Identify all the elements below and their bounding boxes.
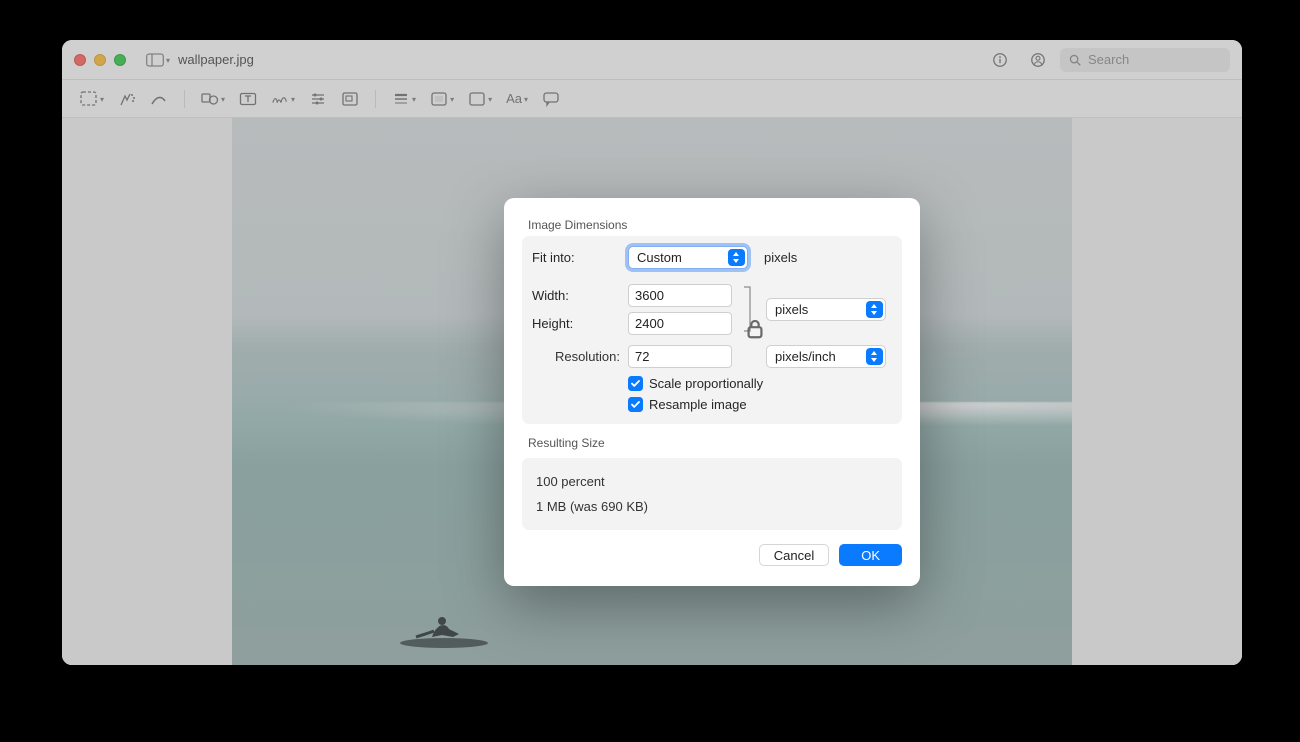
proportions-lock[interactable] <box>740 283 766 335</box>
select-arrows-icon <box>866 301 883 318</box>
chevron-down-icon: ▾ <box>412 95 416 104</box>
annotate-tool[interactable] <box>542 91 560 107</box>
border-color-tool[interactable]: ▾ <box>430 91 454 107</box>
scale-proportionally-label: Scale proportionally <box>649 376 763 391</box>
minimize-window-button[interactable] <box>94 54 106 66</box>
surfer-silhouette <box>398 591 490 649</box>
adjust-color-tool[interactable] <box>309 91 327 107</box>
result-percent: 100 percent <box>536 474 888 489</box>
scale-proportionally-checkbox[interactable]: Scale proportionally <box>628 376 892 391</box>
lock-icon <box>744 303 766 355</box>
selection-tool[interactable]: ▾ <box>80 91 104 107</box>
resample-image-checkbox[interactable]: Resample image <box>628 397 892 412</box>
size-unit-value: pixels <box>775 302 808 317</box>
section-title-image-dimensions: Image Dimensions <box>528 218 902 232</box>
section-title-resulting-size: Resulting Size <box>528 436 902 450</box>
cancel-button[interactable]: Cancel <box>759 544 829 566</box>
letterbox-left <box>62 118 232 665</box>
preview-window: ▾ wallpaper.jpg Search <box>62 40 1242 665</box>
size-unit-select[interactable]: pixels <box>766 298 886 321</box>
shapes-tool[interactable]: ▾ <box>201 91 225 107</box>
window-title: wallpaper.jpg <box>178 52 254 67</box>
font-tool[interactable]: Aa ▾ <box>506 91 528 106</box>
resolution-unit-value: pixels/inch <box>775 349 836 364</box>
checkbox-checked-icon <box>628 376 643 391</box>
sign-tool[interactable]: ▾ <box>271 91 295 107</box>
person-button[interactable] <box>1022 48 1054 72</box>
resulting-size-section: 100 percent 1 MB (was 690 KB) <box>522 458 902 530</box>
checkbox-checked-icon <box>628 397 643 412</box>
select-arrows-icon <box>728 249 745 266</box>
fit-into-value: Custom <box>637 250 682 265</box>
width-label: Width: <box>532 288 628 303</box>
fit-into-label: Fit into: <box>532 250 628 265</box>
fill-color-tool[interactable]: ▾ <box>468 91 492 107</box>
chevron-down-icon: ▾ <box>291 95 295 104</box>
adjust-size-dialog: Image Dimensions Fit into: Custom pixels… <box>504 198 920 586</box>
chevron-down-icon: ▾ <box>450 95 454 104</box>
adjust-size-tool[interactable] <box>341 91 359 107</box>
resolution-label: Resolution: <box>532 349 628 364</box>
text-tool[interactable] <box>239 91 257 107</box>
close-window-button[interactable] <box>74 54 86 66</box>
width-input[interactable] <box>628 284 732 307</box>
info-button[interactable] <box>984 48 1016 72</box>
chevron-down-icon: ▾ <box>524 95 528 104</box>
sidebar-toggle-button[interactable]: ▾ <box>142 48 174 72</box>
sketch-tool[interactable] <box>150 91 168 107</box>
search-placeholder: Search <box>1088 52 1129 67</box>
line-style-tool[interactable]: ▾ <box>392 91 416 107</box>
resample-image-label: Resample image <box>649 397 747 412</box>
traffic-lights <box>74 54 126 66</box>
markup-toolbar: ▾ ▾ ▾ <box>62 80 1242 118</box>
chevron-down-icon: ▾ <box>166 56 170 65</box>
separator <box>375 90 376 108</box>
titlebar: ▾ wallpaper.jpg Search <box>62 40 1242 80</box>
separator <box>184 90 185 108</box>
fit-into-select[interactable]: Custom <box>628 246 748 269</box>
ok-button[interactable]: OK <box>839 544 902 566</box>
fit-into-unit: pixels <box>764 250 892 265</box>
height-input[interactable] <box>628 312 732 335</box>
instant-alpha-tool[interactable] <box>118 91 136 107</box>
image-dimensions-section: Fit into: Custom pixels Width: Height: <box>522 236 902 424</box>
search-field[interactable]: Search <box>1060 48 1230 72</box>
resolution-unit-select[interactable]: pixels/inch <box>766 345 886 368</box>
chevron-down-icon: ▾ <box>221 95 225 104</box>
result-filesize: 1 MB (was 690 KB) <box>536 499 888 514</box>
select-arrows-icon <box>866 348 883 365</box>
height-label: Height: <box>532 316 628 331</box>
zoom-window-button[interactable] <box>114 54 126 66</box>
chevron-down-icon: ▾ <box>488 95 492 104</box>
search-icon <box>1068 53 1082 67</box>
resolution-input[interactable] <box>628 345 732 368</box>
chevron-down-icon: ▾ <box>100 95 104 104</box>
letterbox-right <box>1072 118 1242 665</box>
